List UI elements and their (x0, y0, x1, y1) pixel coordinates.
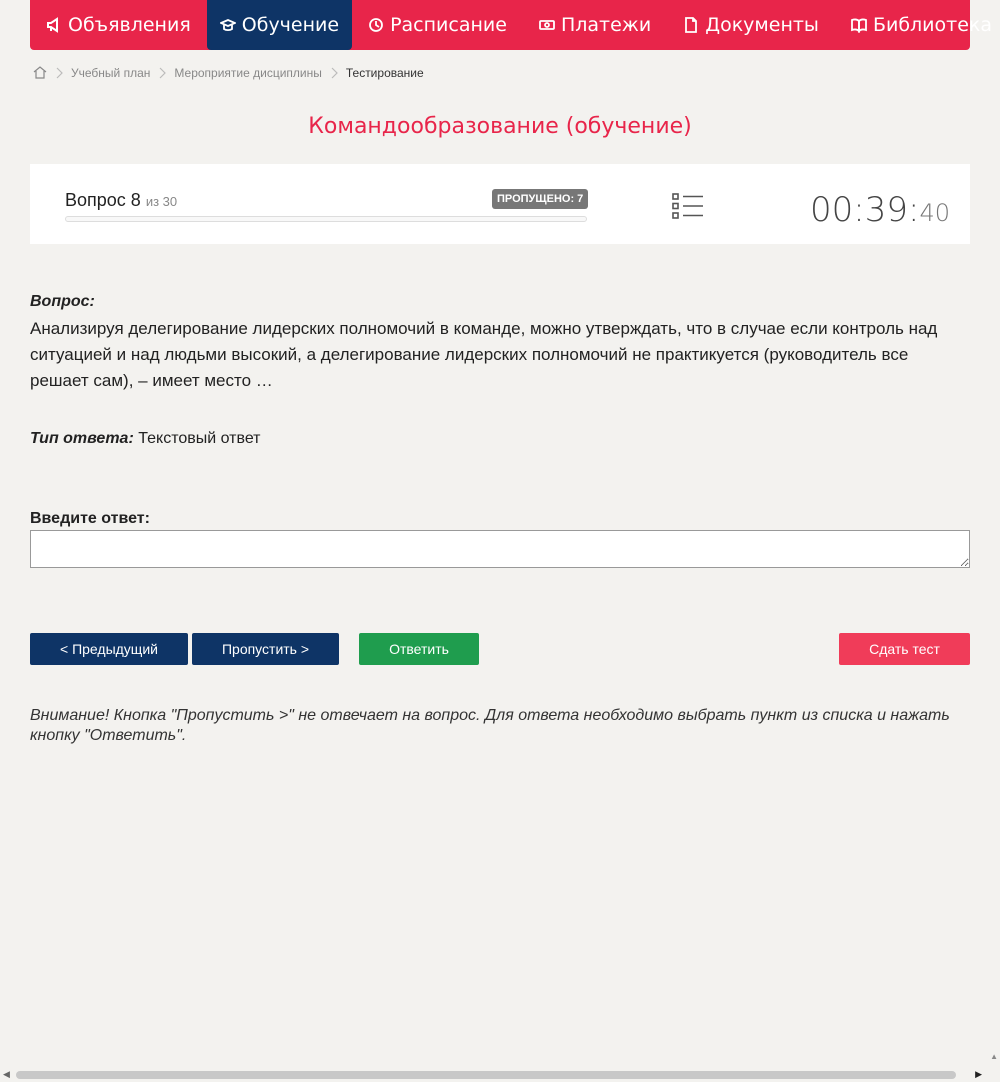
question-progress-panel: Вопрос 8 из 30 ПРОПУЩЕНО: 7 00:39:40 (30, 164, 970, 244)
nav-documents[interactable]: Документы (667, 0, 835, 50)
nav-announcements-label: Объявления (68, 14, 191, 36)
megaphone-icon (46, 17, 62, 33)
top-navbar: Объявления Обучение Расписание Платежи Д… (30, 0, 992, 50)
breadcrumb-discipline-event[interactable]: Мероприятие дисциплины (174, 66, 321, 80)
nav-schedule-label: Расписание (390, 14, 507, 36)
progress-bar (65, 216, 587, 222)
document-icon (683, 17, 699, 33)
breadcrumb-curriculum[interactable]: Учебный план (71, 66, 150, 80)
skip-button[interactable]: Пропустить > (192, 633, 339, 665)
page-title: Командообразование (обучение) (308, 114, 692, 139)
previous-button[interactable]: < Предыдущий (30, 633, 188, 665)
timer-seconds: 40 (919, 199, 950, 227)
answer-button[interactable]: Ответить (359, 633, 479, 665)
nav-payments[interactable]: Платежи (523, 0, 667, 50)
scrollbar-thumb[interactable] (16, 1071, 956, 1079)
nav-education[interactable]: Обучение (206, 0, 353, 50)
question-heading: Вопрос: (30, 293, 95, 310)
skipped-badge: ПРОПУЩЕНО: 7 (492, 189, 589, 209)
answer-type-value: Текстовый ответ (138, 430, 261, 447)
scroll-left-arrow-icon[interactable]: ◀ (3, 1069, 10, 1080)
scroll-up-arrow-icon[interactable]: ▲ (990, 1052, 998, 1061)
breadcrumb: Учебный план Мероприятие дисциплины Тест… (33, 64, 424, 82)
list-icon (672, 193, 703, 219)
question-text: Анализируя делегирование лидерских полно… (30, 319, 938, 390)
chevron-right-icon (330, 67, 338, 79)
nav-education-label: Обучение (241, 14, 340, 36)
question-block: Вопрос: Анализируя делегирование лидерск… (30, 292, 970, 394)
chevron-right-icon (55, 67, 63, 79)
submit-test-button[interactable]: Сдать тест (839, 633, 970, 665)
answer-label: Введите ответ: (30, 510, 150, 527)
nav-schedule[interactable]: Расписание (352, 0, 523, 50)
countdown-timer: 00:39:40 (810, 190, 950, 230)
nav-announcements[interactable]: Объявления (30, 0, 207, 50)
question-number: Вопрос 8 (65, 190, 141, 210)
answer-textarea[interactable] (30, 530, 970, 568)
question-counter: Вопрос 8 из 30 (65, 190, 177, 211)
book-icon (851, 17, 867, 33)
scroll-right-arrow-icon[interactable]: ▶ (975, 1069, 982, 1080)
nav-library-label: Библиотека (872, 14, 993, 36)
horizontal-scrollbar[interactable]: ◀ ▶ (0, 1067, 1000, 1082)
graduation-cap-icon (219, 17, 236, 33)
answer-type-label: Тип ответа: (30, 430, 134, 447)
clock-icon (368, 17, 384, 33)
notice-text: Внимание! Кнопка "Пропустить >" не отвеч… (30, 707, 950, 744)
banknote-icon (539, 17, 555, 33)
home-icon[interactable] (33, 65, 47, 82)
chevron-right-icon (158, 67, 167, 79)
question-list-button[interactable] (672, 192, 704, 220)
nav-documents-label: Документы (705, 14, 819, 36)
breadcrumb-testing: Тестирование (345, 66, 424, 80)
question-total: из 30 (145, 194, 178, 209)
answer-type: Тип ответа: Текстовый ответ (30, 430, 261, 448)
nav-payments-label: Платежи (560, 14, 652, 36)
timer-hours-minutes: 00:39: (810, 190, 920, 230)
nav-library[interactable]: Библиотека (835, 0, 1000, 50)
